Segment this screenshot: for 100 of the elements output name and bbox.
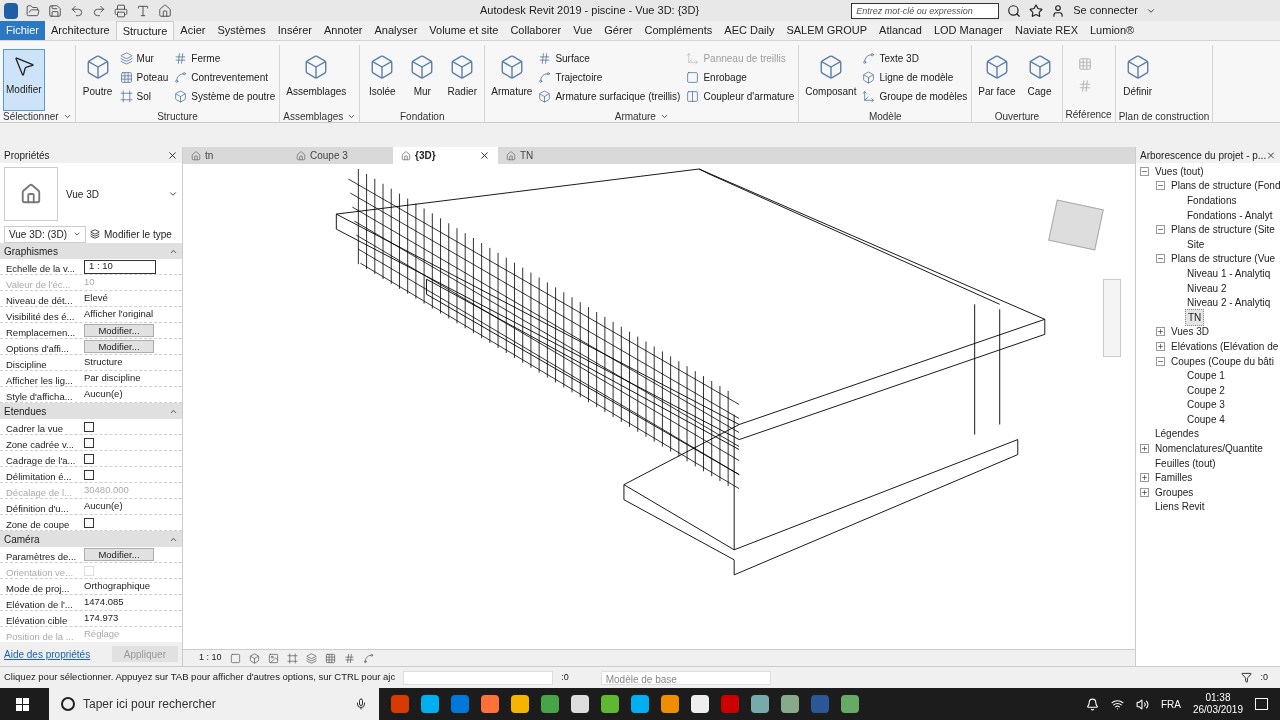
windows-start-icon[interactable] [16,697,29,711]
close-icon[interactable] [479,150,490,161]
ribbon-tab[interactable]: Structure [115,21,175,40]
toolbar-icon[interactable] [158,3,172,18]
tree-item[interactable]: Groupes [1153,484,1196,500]
caret-icon[interactable] [659,112,669,121]
tree-item[interactable]: Niveau 2 - Analytiq [1185,295,1273,311]
taskbar-app-icon[interactable] [541,695,559,713]
filter-icon[interactable] [1241,672,1253,683]
ribbon-tab[interactable]: Naviate REX [1009,21,1084,40]
network-icon[interactable] [1110,697,1124,711]
taskbar-app-icon[interactable] [661,695,679,713]
ribbon-tool-button[interactable]: Assemblages [283,49,350,111]
ribbon-tab[interactable]: Volume et site [423,21,505,40]
ribbon-tool-button[interactable]: Mur [403,49,442,111]
ribbon-tab[interactable]: Acier [174,21,212,40]
toolbar-icon[interactable] [70,3,84,18]
view-selector[interactable]: Vue 3D: (3D) [4,225,86,243]
checkbox[interactable] [84,421,94,432]
collapse-icon[interactable] [1156,181,1165,191]
view-control-icon[interactable] [362,652,374,664]
ribbon-tool-button[interactable]: Texte 3D [861,49,969,68]
tree-item[interactable]: Fondations [1185,193,1239,208]
ribbon-tool-button[interactable]: Par face [975,49,1019,111]
view-tab[interactable]: {3D} [393,147,498,164]
tree-item[interactable]: Légendes [1153,426,1201,442]
taskbar-app-icon[interactable] [421,695,439,713]
ribbon-tool-button[interactable]: Mur [118,49,170,68]
tree-item[interactable]: Vues 3D [1169,324,1211,340]
collapse-icon[interactable] [1140,166,1149,176]
view-control-icon[interactable] [229,652,241,664]
expand-icon[interactable] [1156,341,1165,351]
taskbar-app-icon[interactable] [781,695,799,713]
tree-item[interactable]: Niveau 2 [1185,280,1229,296]
tree-item[interactable]: Coupe 2 [1185,382,1227,398]
view-control-icon[interactable] [343,652,355,664]
taskbar-app-icon[interactable] [451,695,469,713]
ribbon-tool-button[interactable]: Isolée [363,49,402,111]
ribbon-tool-button[interactable]: Armature surfacique (treillis) [537,87,682,106]
ribbon-tab[interactable]: Architecture [45,21,116,40]
ribbon-tab[interactable]: Analyser [368,21,424,40]
view-control-icon[interactable] [267,652,279,664]
sign-in-link[interactable]: Se connecter [1073,2,1138,19]
tree-item[interactable]: TN [1185,308,1205,326]
ribbon-tool-button[interactable]: Coupleur d'armature [685,87,796,106]
ribbon-tool-button[interactable]: Surface [537,49,682,68]
taskbar-app-icon[interactable] [601,695,619,713]
checkbox[interactable] [84,437,94,448]
edit-type-button[interactable]: Modifier le type [90,226,172,242]
view-control-icon[interactable] [248,652,260,664]
language-indicator[interactable]: FRA [1160,696,1181,712]
tree-item[interactable]: Feuilles (tout) [1153,455,1218,471]
ribbon-tool-button[interactable]: Ligne de modèle [861,68,969,87]
checkbox[interactable] [84,453,94,464]
scale-input[interactable]: 1 : 10 [84,259,156,274]
collapse-icon[interactable] [1156,356,1165,366]
tree-item[interactable]: Coupe 1 [1185,368,1227,384]
ribbon-tool-button[interactable]: Poutre [78,49,117,111]
tree-item[interactable]: Niveau 1 - Analytiq [1185,265,1273,281]
modify-button[interactable]: Modifier... [84,548,154,561]
tree-item[interactable]: Coupe 3 [1185,397,1227,413]
toolbar-icon[interactable] [48,3,62,18]
ribbon-tab[interactable]: Collaborer [504,21,568,40]
action-center-icon[interactable] [1255,698,1268,710]
caret-icon[interactable] [62,112,72,121]
expand-icon[interactable] [1156,327,1165,337]
ribbon-tool-button[interactable]: Groupe de modèles [861,87,969,106]
notification-icon[interactable] [1085,697,1099,711]
ribbon-tab[interactable]: Vue [567,21,599,40]
ribbon-tab[interactable]: Insérer [271,21,318,40]
modify-button[interactable]: Modifier... [84,340,154,353]
close-icon[interactable] [167,149,178,161]
ribbon-tool-button[interactable]: Ferme [173,49,277,68]
tree-item[interactable]: Plans de structure (Fond [1169,178,1280,194]
ribbon-tool-button[interactable]: Armature [488,49,536,111]
taskbar-app-icon[interactable] [481,695,499,713]
ribbon-tool-button[interactable]: Modifier [3,49,45,111]
toolbar-icon[interactable] [136,3,150,18]
ribbon-tab[interactable]: Atlancad [873,21,928,40]
ribbon-tool-button[interactable]: Système de poutre [173,87,277,106]
help-link[interactable]: Aide des propriétés [4,646,91,662]
toolbar-icon[interactable] [114,3,128,18]
collapse-icon[interactable] [1156,254,1165,264]
ribbon-tool-button[interactable]: Cage [1020,49,1059,111]
taskbar-app-icon[interactable] [841,695,859,713]
caret-icon[interactable] [168,189,178,199]
scale-label[interactable]: 1 : 10 [199,651,222,665]
caret-icon[interactable] [347,112,357,121]
taskbar-app-icon[interactable] [631,695,649,713]
ribbon-tab[interactable]: Fichier [0,21,45,40]
tree-item[interactable]: Elévations (Elévation de [1169,338,1280,354]
ribbon-tool-button[interactable]: Définir [1118,49,1157,111]
checkbox[interactable] [84,469,94,480]
expand-icon[interactable] [1140,473,1149,483]
design-option-dropdown[interactable]: Modèle de base [600,670,771,685]
ribbon-tab[interactable]: Gérer [598,21,639,40]
ribbon-tab[interactable]: Compléments [638,21,719,40]
ribbon-tool-button[interactable]: Poteau [118,68,170,87]
ribbon-tab[interactable]: LOD Manager [927,21,1009,40]
tree-item[interactable]: Fondations - Analyt [1185,207,1275,223]
